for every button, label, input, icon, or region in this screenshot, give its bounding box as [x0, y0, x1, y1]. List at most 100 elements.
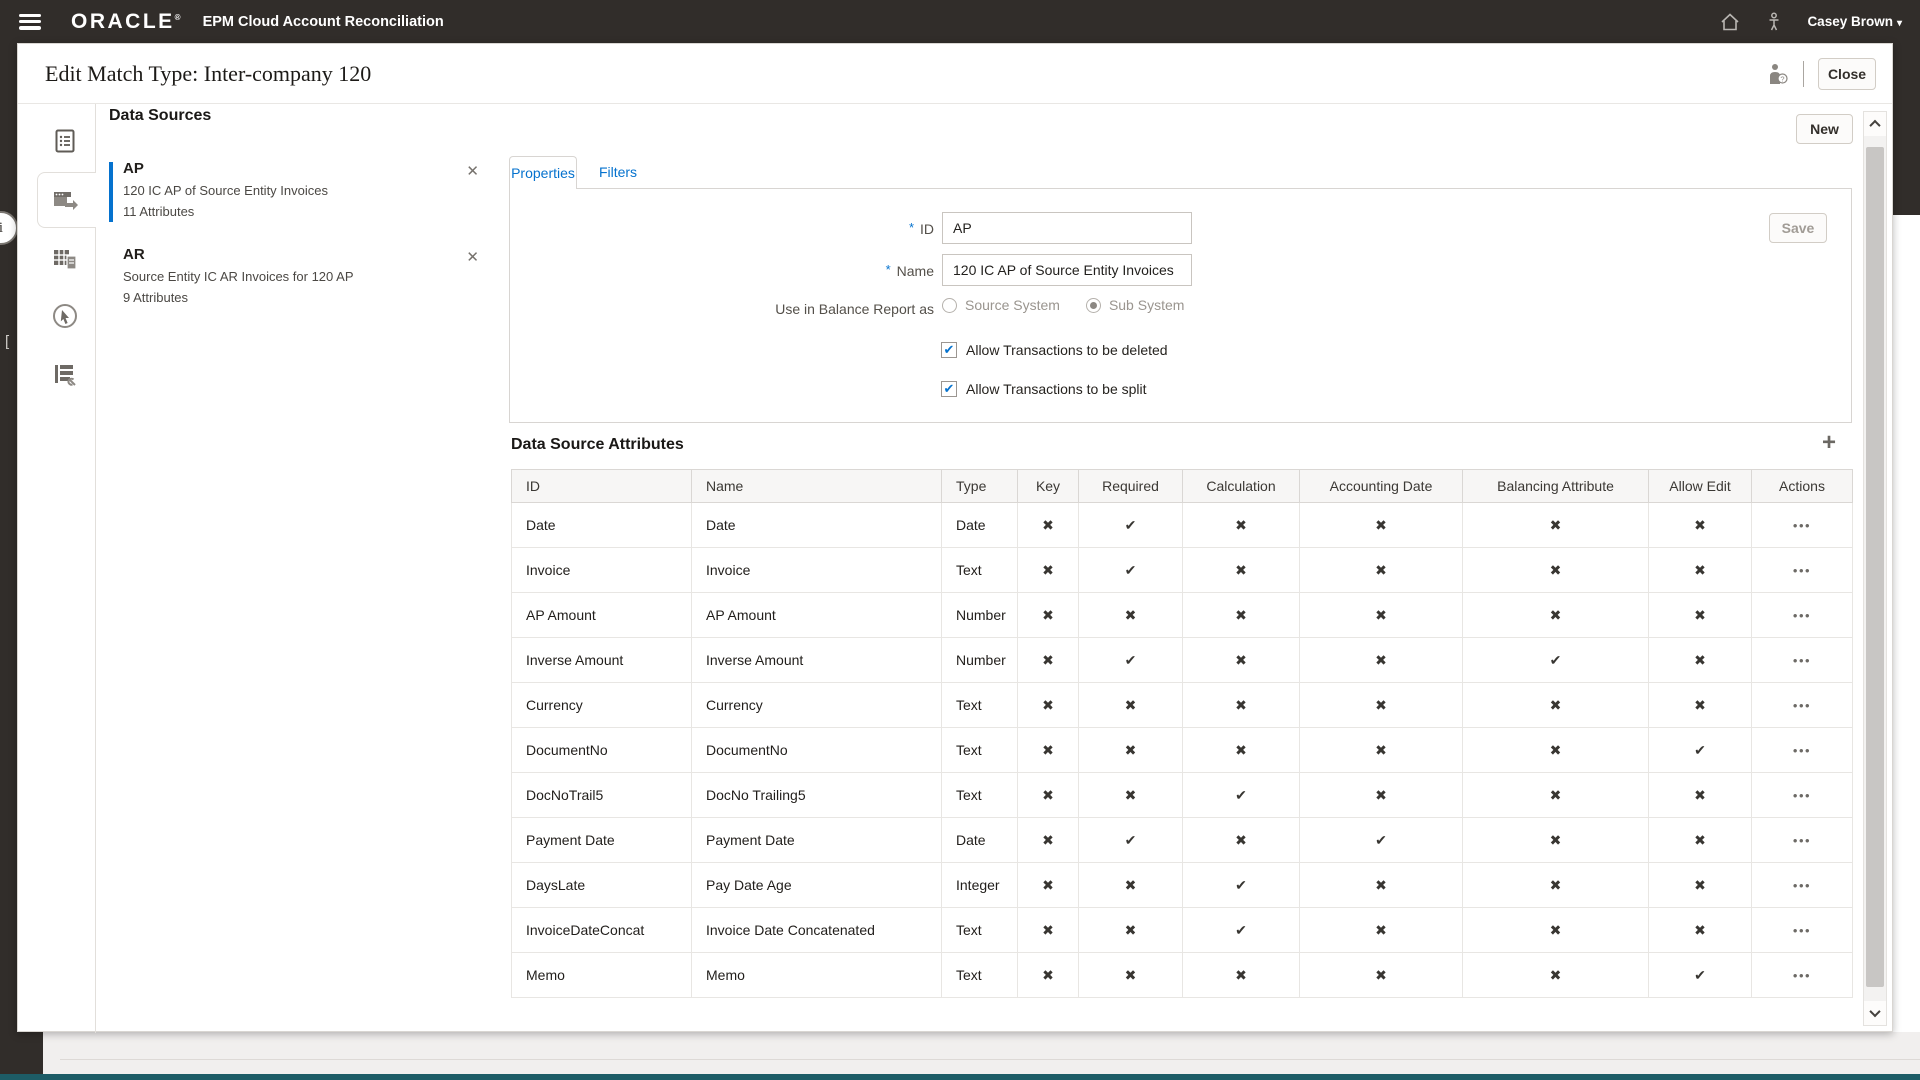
attribute-type: Text: [942, 548, 1018, 593]
attributes-table: IDNameTypeKeyRequiredCalculationAccounti…: [511, 469, 1853, 998]
row-actions-menu-icon[interactable]: •••: [1793, 563, 1811, 578]
cross-mark-icon: ✖: [1042, 967, 1054, 983]
properties-panel: Save *ID *Name Use in Balance Report as …: [509, 188, 1852, 423]
check-mark-icon: ✔: [1375, 832, 1387, 848]
properties-page-icon[interactable]: [51, 127, 79, 155]
selected-indicator-bar: [109, 162, 113, 222]
radio-source-system[interactable]: [942, 298, 957, 313]
cross-mark-icon: ✖: [1375, 697, 1387, 713]
checkbox[interactable]: ✔: [941, 342, 957, 358]
cross-mark-icon: ✖: [1375, 967, 1387, 983]
attribute-row[interactable]: DocNoTrail5DocNo Trailing5Text✖✖✔✖✖✖•••: [512, 773, 1853, 818]
cross-mark-icon: ✖: [1042, 652, 1054, 668]
cross-mark-icon: ✖: [1550, 742, 1562, 758]
remove-data-source-icon[interactable]: ✕: [466, 248, 479, 266]
scroll-down-button[interactable]: [1864, 1001, 1886, 1025]
row-actions-menu-icon[interactable]: •••: [1793, 923, 1811, 938]
row-actions-menu-icon[interactable]: •••: [1793, 788, 1811, 803]
row-actions-menu-icon[interactable]: •••: [1793, 698, 1811, 713]
check-mark-icon: ✔: [1694, 742, 1706, 758]
attribute-name: Pay Date Age: [692, 863, 942, 908]
svg-text:?: ?: [1780, 74, 1784, 83]
scroll-up-button[interactable]: [1864, 112, 1886, 136]
match-process-grid-icon[interactable]: [51, 245, 79, 273]
data-sources-icon[interactable]: [51, 186, 79, 214]
cross-mark-icon: ✖: [1694, 787, 1706, 803]
scrollbar-thumb[interactable]: [1866, 147, 1884, 987]
cross-mark-icon: ✖: [1694, 562, 1706, 578]
home-icon[interactable]: [1719, 11, 1741, 33]
attribute-name: Memo: [692, 953, 942, 998]
row-actions-menu-icon[interactable]: •••: [1793, 878, 1811, 893]
name-field[interactable]: [942, 254, 1192, 286]
close-button[interactable]: Close: [1818, 58, 1876, 90]
attribute-name: Invoice: [692, 548, 942, 593]
cross-mark-icon: ✖: [1550, 607, 1562, 623]
checkbox-row: ✔Allow Transactions to be deleted: [941, 342, 1168, 358]
hamburger-menu-icon[interactable]: [19, 14, 41, 30]
row-actions-menu-icon[interactable]: •••: [1793, 968, 1811, 983]
user-menu[interactable]: Casey Brown▾: [1807, 14, 1902, 29]
dialog-scrollbar[interactable]: [1863, 111, 1887, 1026]
cross-mark-icon: ✖: [1125, 922, 1137, 938]
add-attribute-icon[interactable]: +: [1818, 432, 1840, 454]
save-button[interactable]: Save: [1769, 213, 1827, 243]
attribute-id: InvoiceDateConcat: [512, 908, 692, 953]
attribute-row[interactable]: InvoiceDateConcatInvoice Date Concatenat…: [512, 908, 1853, 953]
column-header-type: Type: [942, 470, 1018, 503]
radio-sub-system[interactable]: [1086, 298, 1101, 313]
column-header-accounting-date: Accounting Date: [1300, 470, 1463, 503]
checkbox-label: Allow Transactions to be split: [966, 381, 1147, 397]
row-actions-menu-icon[interactable]: •••: [1793, 653, 1811, 668]
attribute-row[interactable]: CurrencyCurrencyText✖✖✖✖✖✖•••: [512, 683, 1853, 728]
cross-mark-icon: ✖: [1235, 607, 1247, 623]
attribute-row[interactable]: MemoMemoText✖✖✖✖✖✔•••: [512, 953, 1853, 998]
accessibility-person-icon[interactable]: [1763, 11, 1785, 33]
attribute-row[interactable]: AP AmountAP AmountNumber✖✖✖✖✖✖•••: [512, 593, 1853, 638]
data-source-name: Source Entity IC AR Invoices for 120 AP: [123, 269, 479, 284]
attribute-row[interactable]: DateDateDate✖✔✖✖✖✖•••: [512, 503, 1853, 548]
cross-mark-icon: ✖: [1235, 562, 1247, 578]
cross-mark-icon: ✖: [1694, 652, 1706, 668]
row-actions-menu-icon[interactable]: •••: [1793, 743, 1811, 758]
user-assistance-icon[interactable]: ?: [1767, 62, 1789, 86]
attribute-row[interactable]: Payment DatePayment DateDate✖✔✖✔✖✖•••: [512, 818, 1853, 863]
attribute-row[interactable]: DaysLatePay Date AgeInteger✖✖✔✖✖✖•••: [512, 863, 1853, 908]
row-actions-menu-icon[interactable]: •••: [1793, 608, 1811, 623]
top-bar: ORACLE® EPM Cloud Account Reconciliation…: [0, 0, 1920, 43]
rail-border: [95, 228, 96, 1033]
cross-mark-icon: ✖: [1125, 742, 1137, 758]
attribute-id: Currency: [512, 683, 692, 728]
row-actions-menu-icon[interactable]: •••: [1793, 518, 1811, 533]
cross-mark-icon: ✖: [1375, 607, 1387, 623]
tab-filters[interactable]: Filters: [593, 156, 643, 189]
remove-data-source-icon[interactable]: ✕: [466, 162, 479, 180]
adjustment-settings-icon[interactable]: [51, 361, 79, 389]
data-source-card[interactable]: ✕AP120 IC AP of Source Entity Invoices11…: [109, 160, 479, 219]
data-source-attribute-count: 9 Attributes: [123, 290, 479, 305]
check-mark-icon: ✔: [1235, 922, 1247, 938]
new-button[interactable]: New: [1796, 114, 1853, 144]
attribute-row[interactable]: Inverse AmountInverse AmountNumber✖✔✖✖✔✖…: [512, 638, 1853, 683]
data-source-attribute-count: 11 Attributes: [123, 204, 479, 219]
background-peek-avatar: i: [0, 211, 18, 245]
cross-mark-icon: ✖: [1375, 922, 1387, 938]
tab-properties[interactable]: Properties: [509, 156, 577, 189]
attribute-row[interactable]: DocumentNoDocumentNoText✖✖✖✖✖✔•••: [512, 728, 1853, 773]
background-right-block: [1893, 43, 1920, 215]
column-header-name: Name: [692, 470, 942, 503]
cross-mark-icon: ✖: [1694, 607, 1706, 623]
attribute-row[interactable]: InvoiceInvoiceText✖✔✖✖✖✖•••: [512, 548, 1853, 593]
row-actions-menu-icon[interactable]: •••: [1793, 833, 1811, 848]
check-mark-icon: ✔: [1235, 877, 1247, 893]
checkbox[interactable]: ✔: [941, 381, 957, 397]
data-source-card[interactable]: ✕ARSource Entity IC AR Invoices for 120 …: [109, 246, 479, 305]
id-field[interactable]: [942, 212, 1192, 244]
cross-mark-icon: ✖: [1235, 832, 1247, 848]
attribute-name: DocNo Trailing5: [692, 773, 942, 818]
auto-match-pointer-icon[interactable]: [51, 302, 79, 330]
attribute-type: Date: [942, 503, 1018, 548]
attribute-type: Text: [942, 728, 1018, 773]
cross-mark-icon: ✖: [1375, 652, 1387, 668]
edit-match-type-dialog: Edit Match Type: Inter-company 120 ? Clo…: [17, 43, 1893, 1032]
